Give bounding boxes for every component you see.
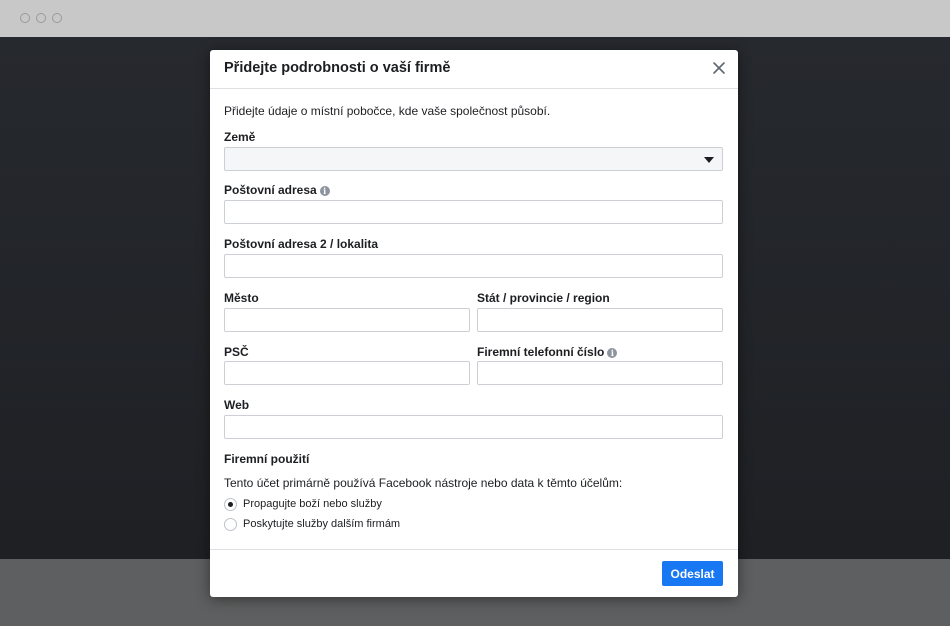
radio-selected-icon[interactable] — [224, 498, 237, 511]
window-dot-icon — [36, 13, 46, 23]
phone-label: Firemní telefonní číslo i — [477, 345, 618, 359]
website-label: Web — [224, 398, 250, 412]
phone-input[interactable] — [477, 361, 723, 385]
browser-chrome — [0, 0, 950, 37]
close-icon — [713, 62, 725, 74]
usage-description: Tento účet primárně používá Facebook nás… — [224, 476, 623, 490]
city-input[interactable] — [224, 308, 470, 332]
close-button[interactable] — [710, 59, 728, 77]
radio-unselected-icon[interactable] — [224, 518, 237, 531]
submit-button[interactable]: Odeslat — [662, 561, 723, 586]
window-dot-icon — [52, 13, 62, 23]
usage-option-label: Poskytujte služby dalším firmám — [243, 518, 401, 530]
zip-input[interactable] — [224, 361, 470, 385]
info-icon[interactable]: i — [319, 186, 330, 196]
window-dot-icon — [20, 13, 30, 23]
usage-option-label: Propagujte boží nebo služby — [243, 498, 382, 510]
address2-label: Poštovní adresa 2 / lokalita — [224, 237, 379, 251]
business-details-dialog: Přidejte podrobnosti o vaší firmě Přidej… — [210, 50, 738, 597]
caret-down-icon — [704, 157, 714, 163]
state-label: Stát / provincie / region — [477, 291, 610, 305]
country-label: Země — [224, 130, 256, 144]
address2-input[interactable] — [224, 254, 723, 278]
dialog-header: Přidejte podrobnosti o vaší firmě — [210, 50, 738, 89]
state-input[interactable] — [477, 308, 723, 332]
website-input[interactable] — [224, 415, 723, 439]
address-label: Poštovní adresa i — [224, 183, 330, 197]
intro-text: Přidejte údaje o místní pobočce, kde vaš… — [224, 104, 551, 118]
phone-label-text: Firemní telefonní číslo — [477, 345, 605, 359]
dialog-footer: Odeslat — [210, 549, 738, 597]
info-icon[interactable]: i — [607, 348, 618, 358]
dialog-title: Přidejte podrobnosti o vaší firmě — [224, 60, 451, 76]
address-input[interactable] — [224, 200, 723, 224]
address-label-text: Poštovní adresa — [224, 183, 317, 197]
country-select[interactable] — [224, 147, 723, 171]
usage-heading: Firemní použití — [224, 452, 310, 466]
zip-label: PSČ — [224, 345, 249, 359]
city-label: Město — [224, 291, 259, 305]
